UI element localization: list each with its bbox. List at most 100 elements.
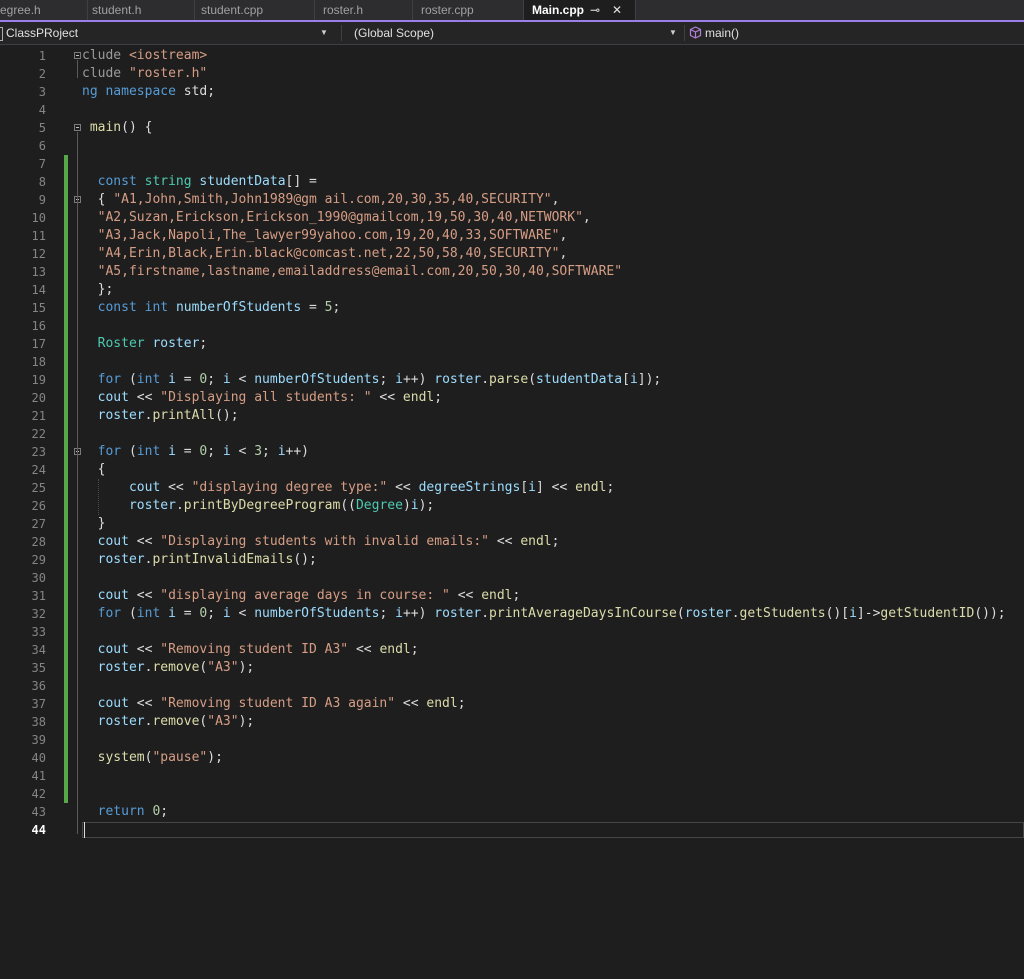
code-line[interactable]: 24 { — [0, 461, 1024, 479]
tab-degree-h[interactable]: egree.h — [0, 0, 88, 20]
code-token: i — [395, 372, 403, 387]
code-token: ); — [238, 714, 255, 729]
code-line[interactable]: 14 }; — [0, 281, 1024, 299]
code-token: roster — [97, 714, 145, 729]
code-line[interactable]: 37 cout << "Removing student ID A3 again… — [0, 695, 1024, 713]
code-token: ; — [379, 606, 396, 621]
code-token: ; — [207, 444, 223, 459]
code-line[interactable]: 1 clude <iostream> — [0, 47, 1024, 65]
code-line[interactable]: 36 — [0, 677, 1024, 695]
scope-dropdown[interactable]: (Global Scope) ▼ — [344, 22, 682, 44]
code-line[interactable]: 39 — [0, 731, 1024, 749]
code-line[interactable]: 41 — [0, 767, 1024, 785]
code-text: clude <iostream> — [82, 47, 207, 65]
code-line[interactable]: 30 — [0, 569, 1024, 587]
line-number: 9 — [38, 193, 46, 207]
code-line[interactable]: 4 — [0, 101, 1024, 119]
code-token: endl — [379, 642, 411, 657]
code-line[interactable]: 25 cout << "displaying degree type:" << … — [0, 479, 1024, 497]
code-token: ()[ — [825, 606, 850, 621]
code-line[interactable]: 8 const string studentData[] = — [0, 173, 1024, 191]
code-text: main() { — [82, 119, 153, 137]
code-line[interactable]: 6 — [0, 137, 1024, 155]
code-text: roster.remove("A3"); — [82, 713, 255, 731]
code-line[interactable]: 34 cout << "Removing student ID A3" << e… — [0, 641, 1024, 659]
code-token: ); — [418, 498, 435, 513]
line-number: 11 — [31, 229, 46, 243]
code-token: i — [395, 606, 403, 621]
code-token: endl — [481, 588, 513, 603]
code-editor[interactable]: 1 clude <iostream> 2 clude "roster.h" 3 ng na… — [0, 45, 1024, 979]
code-line[interactable]: 31 cout << "displaying average days in c… — [0, 587, 1024, 605]
tab-roster-cpp[interactable]: roster.cpp — [413, 0, 524, 20]
line-number: 12 — [31, 247, 46, 261]
code-line[interactable]: 13 "A5,firstname,lastname,emailaddress@e… — [0, 263, 1024, 281]
code-line[interactable]: 23 for (int i = 0; i < 3; i++) — [0, 443, 1024, 461]
pin-icon[interactable]: ⊸ — [590, 0, 600, 20]
line-number: 14 — [31, 283, 46, 297]
code-token: clude — [82, 48, 129, 63]
code-line[interactable]: 21 roster.printAll(); — [0, 407, 1024, 425]
code-line[interactable]: 12 "A4,Erin,Black,Erin.black@comcast.net… — [0, 245, 1024, 263]
member-dropdown[interactable]: main() — [687, 22, 1024, 44]
code-line[interactable]: 3 ng namespace std; — [0, 83, 1024, 101]
chevron-down-icon: ▼ — [669, 28, 677, 37]
code-line[interactable]: 2 clude "roster.h" — [0, 65, 1024, 83]
code-line[interactable]: 42 — [0, 785, 1024, 803]
project-dropdown[interactable]: ClassPRoject ▼ — [0, 22, 335, 44]
code-token: (( — [340, 498, 356, 513]
code-line[interactable]: 40 system("pause"); — [0, 749, 1024, 767]
code-token: degreeStrings — [418, 480, 521, 495]
code-line[interactable]: 9 { "A1,John,Smith,John1989@gm ail.com,2… — [0, 191, 1024, 209]
code-token: roster — [434, 372, 482, 387]
code-line[interactable]: 18 — [0, 353, 1024, 371]
code-token: << — [489, 534, 521, 549]
code-token: endl — [520, 534, 552, 549]
code-line[interactable]: 7 — [0, 155, 1024, 173]
code-line[interactable]: 20 cout << "Displaying all students: " <… — [0, 389, 1024, 407]
code-token: "Displaying students with invalid emails… — [160, 534, 490, 549]
code-line[interactable]: 5 main() { — [0, 119, 1024, 137]
collapse-toggle-icon[interactable] — [74, 52, 81, 59]
code-token: printAverageDaysInCourse — [489, 606, 677, 621]
code-line[interactable]: 22 — [0, 425, 1024, 443]
tab-student-cpp[interactable]: student.cpp — [195, 0, 315, 20]
code-token: printAll — [152, 408, 216, 423]
outline-fold-line — [77, 456, 78, 528]
code-line[interactable]: 10 "A2,Suzan,Erickson,Erickson_1990@gmai… — [0, 209, 1024, 227]
code-line[interactable]: 15 const int numberOfStudents = 5; — [0, 299, 1024, 317]
code-line[interactable]: 11 "A3,Jack,Napoli,The_lawyer99yahoo.com… — [0, 227, 1024, 245]
code-token: . — [731, 606, 740, 621]
code-line[interactable]: 32 for (int i = 0; i < numberOfStudents;… — [0, 605, 1024, 623]
code-text: roster.printByDegreeProgram((Degree)i); — [82, 497, 434, 515]
line-number: 37 — [31, 697, 46, 711]
code-line[interactable]: 28 cout << "Displaying students with inv… — [0, 533, 1024, 551]
code-text: Roster roster; — [82, 335, 208, 353]
code-line[interactable]: 29 roster.printInvalidEmails(); — [0, 551, 1024, 569]
code-token: numberOfStudents — [254, 372, 380, 387]
code-line[interactable]: 35 roster.remove("A3"); — [0, 659, 1024, 677]
code-token: system — [97, 750, 145, 765]
code-line[interactable]: 38 roster.remove("A3"); — [0, 713, 1024, 731]
code-token: i — [168, 444, 176, 459]
tab-roster-h[interactable]: roster.h — [315, 0, 413, 20]
line-number: 43 — [31, 805, 46, 819]
code-line[interactable]: 16 — [0, 317, 1024, 335]
code-token: , — [559, 246, 568, 261]
close-icon[interactable]: ✕ — [612, 0, 622, 20]
code-line[interactable]: 27 } — [0, 515, 1024, 533]
code-line[interactable]: 43 return 0; — [0, 803, 1024, 821]
code-token: ( — [128, 444, 137, 459]
code-line[interactable]: 26 roster.printByDegreeProgram((Degree)i… — [0, 497, 1024, 515]
tab-student-h[interactable]: student.h — [88, 0, 195, 20]
line-number: 17 — [31, 337, 46, 351]
collapse-toggle-icon[interactable] — [74, 124, 81, 131]
code-line[interactable]: 17 Roster roster; — [0, 335, 1024, 353]
code-text: { — [82, 461, 106, 479]
code-line[interactable]: 33 — [0, 623, 1024, 641]
code-line[interactable]: 19 for (int i = 0; i < numberOfStudents;… — [0, 371, 1024, 389]
line-number: 24 — [31, 463, 46, 477]
tab-main-cpp[interactable]: Main.cpp ⊸ ✕ — [524, 0, 636, 20]
code-token: "displaying degree type:" — [191, 480, 388, 495]
